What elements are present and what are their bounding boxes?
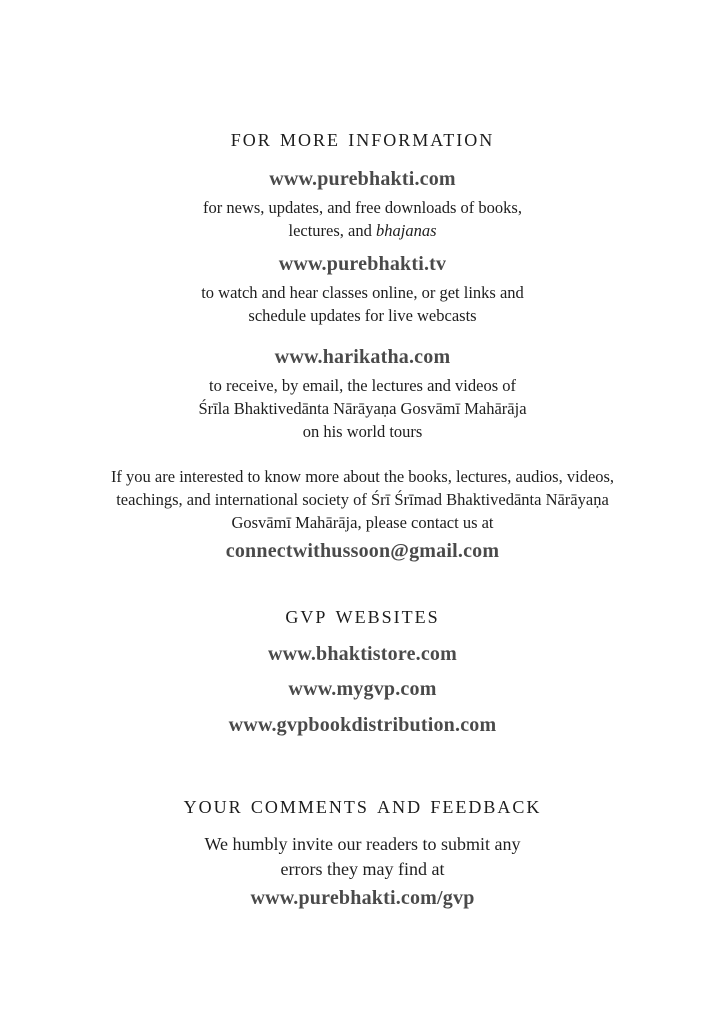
contact-paragraph: If you are interested to know more about… [0, 465, 725, 534]
contact-email-link[interactable]: connectwithussoon@gmail.com [0, 538, 725, 564]
purebhakti-tv-desc-line1: to watch and hear classes online, or get… [201, 283, 524, 302]
harikatha-com-description: to receive, by email, the lectures and v… [0, 374, 725, 443]
feedback-line2: errors they may find at [280, 859, 445, 879]
purebhakti-com-description: for news, updates, and free downloads of… [0, 196, 725, 242]
harikatha-desc-line3: on his world tours [302, 422, 423, 441]
feedback-paragraph: We humbly invite our readers to submit a… [0, 832, 725, 882]
desc-prefix: lectures, and [288, 221, 376, 240]
purebhakti-com-desc-line2: lectures, and bhajanas [0, 219, 725, 242]
harikatha-com-link[interactable]: www.harikatha.com [0, 344, 725, 370]
purebhakti-com-desc-line1: for news, updates, and free downloads of… [203, 198, 522, 217]
more-info-heading: For More Information [230, 125, 495, 152]
desc-italic: bhajanas [376, 221, 437, 240]
purebhakti-tv-link[interactable]: www.purebhakti.tv [0, 251, 725, 277]
contact-line2: teachings, and international society of … [116, 490, 609, 509]
mygvp-link[interactable]: www.mygvp.com [0, 676, 725, 702]
purebhakti-tv-description: to watch and hear classes online, or get… [0, 281, 725, 327]
purebhakti-tv-desc-line2: schedule updates for live webcasts [248, 306, 477, 325]
contact-line1: If you are interested to know more about… [110, 467, 615, 486]
feedback-line1: We humbly invite our readers to submit a… [204, 834, 521, 854]
harikatha-desc-line1: to receive, by email, the lectures and v… [209, 376, 516, 395]
harikatha-desc-line2: Śrīla Bhaktivedānta Nārāyaṇa Gosvāmī Mah… [198, 399, 527, 418]
gvpbookdistribution-link[interactable]: www.gvpbookdistribution.com [0, 712, 725, 738]
contact-line3: Gosvāmī Mahārāja, please contact us at [231, 513, 494, 532]
page: For More Information www.purebhakti.com … [0, 0, 725, 1013]
purebhakti-com-link[interactable]: www.purebhakti.com [0, 166, 725, 192]
bhaktistore-link[interactable]: www.bhaktistore.com [0, 641, 725, 667]
gvp-websites-heading: GVP Websites [285, 602, 440, 629]
feedback-url-link[interactable]: www.purebhakti.com/gvp [0, 885, 725, 911]
feedback-heading: Your Comments and Feedback [183, 792, 542, 819]
